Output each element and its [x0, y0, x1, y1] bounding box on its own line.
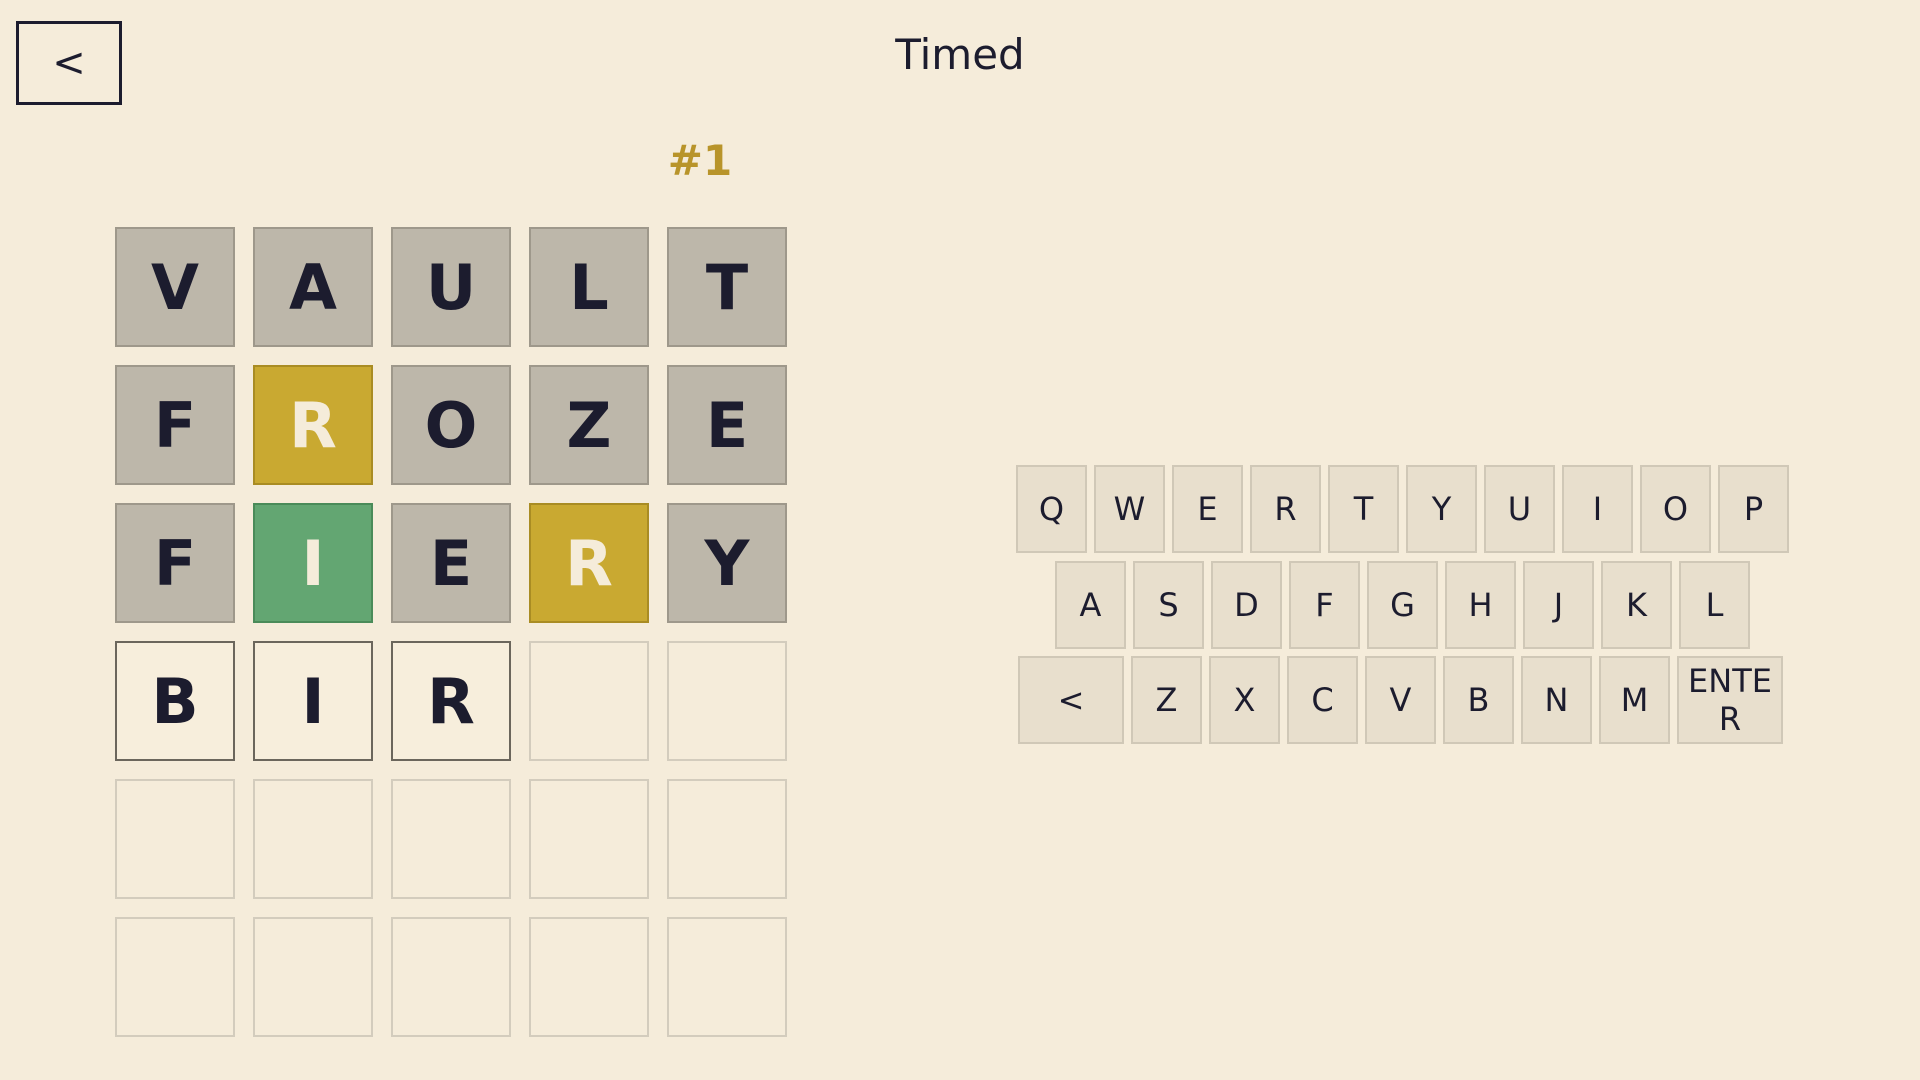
tile: [529, 641, 649, 761]
tile: L: [529, 227, 649, 347]
tile: [253, 917, 373, 1037]
key-l[interactable]: L: [1679, 561, 1750, 649]
key-c[interactable]: C: [1287, 656, 1358, 744]
tile: [115, 779, 235, 899]
key-u[interactable]: U: [1484, 465, 1555, 553]
key-b[interactable]: B: [1443, 656, 1514, 744]
tile: [529, 917, 649, 1037]
tile: I: [253, 503, 373, 623]
tile: V: [115, 227, 235, 347]
tile: E: [391, 503, 511, 623]
tile: [253, 779, 373, 899]
tile: I: [253, 641, 373, 761]
key-o[interactable]: O: [1640, 465, 1711, 553]
tile: [667, 779, 787, 899]
key-z[interactable]: Z: [1131, 656, 1202, 744]
tile: B: [115, 641, 235, 761]
tile: F: [115, 365, 235, 485]
key-t[interactable]: T: [1328, 465, 1399, 553]
key-h[interactable]: H: [1445, 561, 1516, 649]
key-e[interactable]: E: [1172, 465, 1243, 553]
key-f[interactable]: F: [1289, 561, 1360, 649]
tile: E: [667, 365, 787, 485]
keyboard-row-1: Q W E R T Y U I O P: [1016, 465, 1789, 553]
key-d[interactable]: D: [1211, 561, 1282, 649]
tile: T: [667, 227, 787, 347]
tile: [391, 917, 511, 1037]
backspace-key[interactable]: <: [1018, 656, 1124, 744]
key-s[interactable]: S: [1133, 561, 1204, 649]
key-a[interactable]: A: [1055, 561, 1126, 649]
key-n[interactable]: N: [1521, 656, 1592, 744]
keyboard-row-2: A S D F G H J K L: [1055, 561, 1750, 649]
page-title: Timed: [895, 30, 1025, 79]
tile: U: [391, 227, 511, 347]
tile: A: [253, 227, 373, 347]
key-y[interactable]: Y: [1406, 465, 1477, 553]
tile: [529, 779, 649, 899]
key-p[interactable]: P: [1718, 465, 1789, 553]
tile: Z: [529, 365, 649, 485]
key-g[interactable]: G: [1367, 561, 1438, 649]
key-v[interactable]: V: [1365, 656, 1436, 744]
tile: R: [253, 365, 373, 485]
tile: [391, 779, 511, 899]
tile: O: [391, 365, 511, 485]
tile: Y: [667, 503, 787, 623]
tile: [667, 641, 787, 761]
tile: F: [115, 503, 235, 623]
tile: [115, 917, 235, 1037]
keyboard-row-3: < Z X C V B N M ENTER: [1018, 656, 1783, 744]
key-q[interactable]: Q: [1016, 465, 1087, 553]
key-x[interactable]: X: [1209, 656, 1280, 744]
key-m[interactable]: M: [1599, 656, 1670, 744]
key-i[interactable]: I: [1562, 465, 1633, 553]
tile: [667, 917, 787, 1037]
enter-key[interactable]: ENTER: [1677, 656, 1783, 744]
key-r[interactable]: R: [1250, 465, 1321, 553]
tile: R: [529, 503, 649, 623]
key-j[interactable]: J: [1523, 561, 1594, 649]
game-board: V A U L T F R O Z E F I E R Y B I R: [115, 227, 787, 1037]
game-number: #1: [667, 136, 733, 185]
key-w[interactable]: W: [1094, 465, 1165, 553]
key-k[interactable]: K: [1601, 561, 1672, 649]
tile: R: [391, 641, 511, 761]
